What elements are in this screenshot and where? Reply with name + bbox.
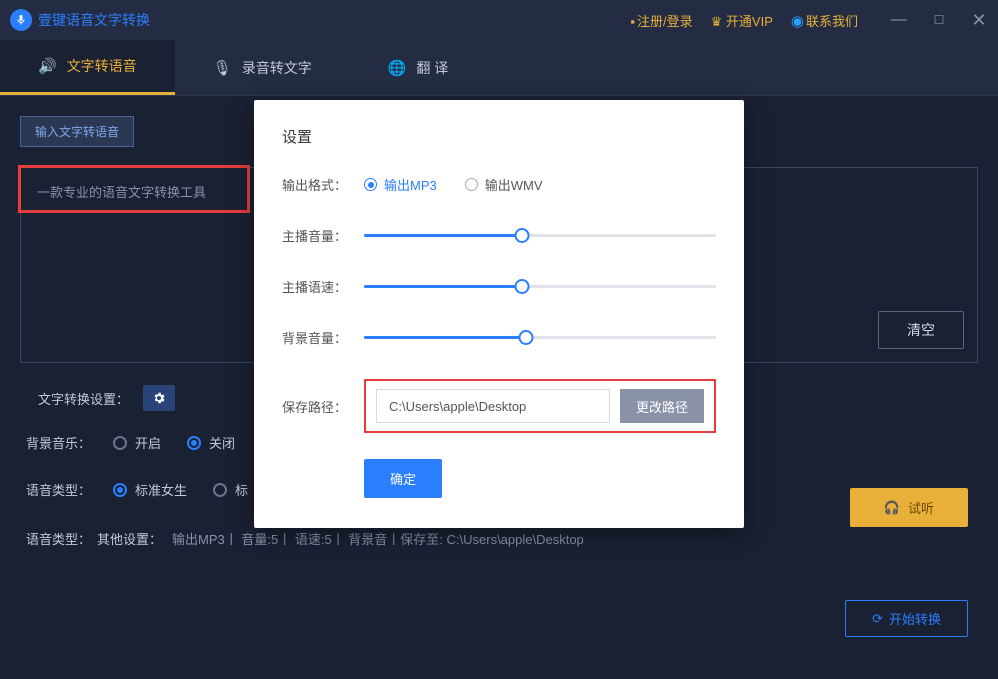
anchor-volume-row: 主播音量：: [282, 226, 716, 245]
change-path-button[interactable]: 更改路径: [620, 389, 704, 423]
output-format-label: 输出格式：: [282, 175, 364, 194]
output-mp3-radio[interactable]: 输出MP3: [364, 175, 437, 194]
output-wmv-radio[interactable]: 输出WMV: [465, 175, 543, 194]
confirm-button[interactable]: 确定: [364, 459, 442, 498]
radio-label: 输出WMV: [485, 175, 543, 194]
bg-volume-row: 背景音量：: [282, 328, 716, 347]
anchor-speed-label: 主播语速：: [282, 277, 364, 296]
bg-volume-label: 背景音量：: [282, 328, 364, 347]
save-path-highlight: 更改路径: [364, 379, 716, 433]
slider-thumb-icon[interactable]: [515, 279, 530, 294]
radio-icon: [364, 178, 377, 191]
save-path-input[interactable]: [376, 389, 610, 423]
anchor-speed-row: 主播语速：: [282, 277, 716, 296]
modal-title: 设置: [282, 126, 716, 147]
radio-label: 输出MP3: [384, 175, 437, 194]
bg-volume-slider[interactable]: [364, 330, 716, 346]
slider-thumb-icon[interactable]: [515, 228, 530, 243]
radio-icon: [465, 178, 478, 191]
save-path-label: 保存路径：: [282, 397, 364, 416]
settings-modal: 设置 输出格式： 输出MP3 输出WMV 主播音量：: [254, 100, 744, 528]
save-path-row: 保存路径： 更改路径: [282, 379, 716, 433]
output-format-row: 输出格式： 输出MP3 输出WMV: [282, 175, 716, 194]
modal-overlay: 设置 输出格式： 输出MP3 输出WMV 主播音量：: [0, 0, 998, 679]
anchor-volume-label: 主播音量：: [282, 226, 364, 245]
anchor-volume-slider[interactable]: [364, 228, 716, 244]
anchor-speed-slider[interactable]: [364, 279, 716, 295]
slider-thumb-icon[interactable]: [518, 330, 533, 345]
